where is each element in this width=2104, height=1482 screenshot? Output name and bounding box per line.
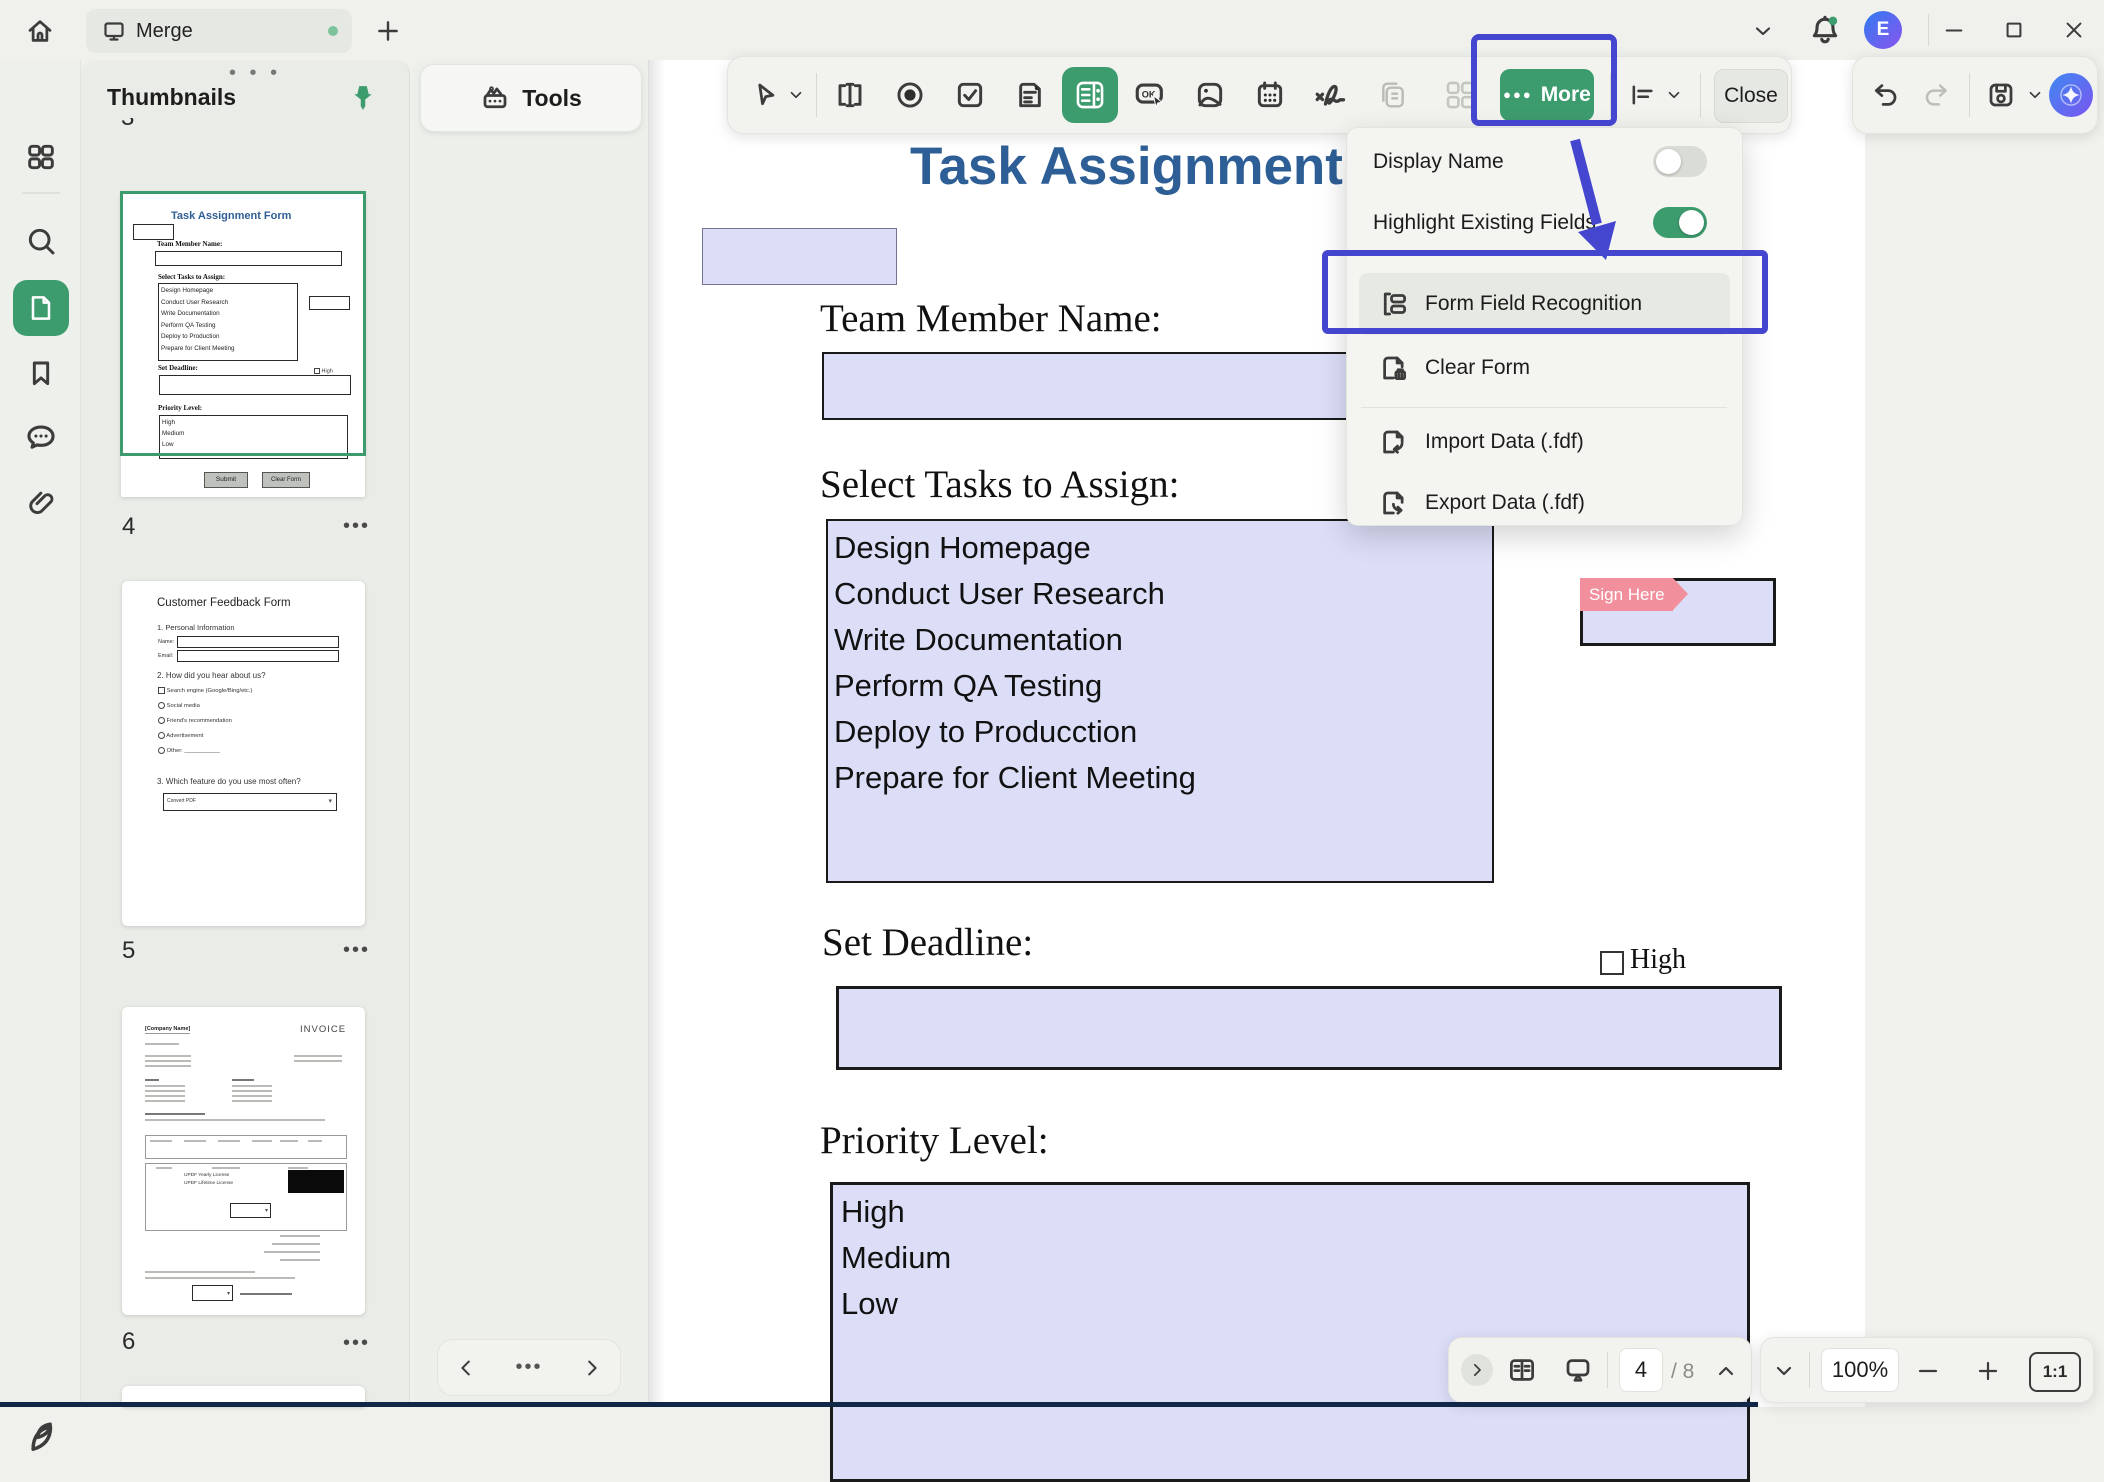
push-button-tool-icon[interactable]: OK (1128, 73, 1172, 117)
select-tool-icon[interactable] (746, 73, 786, 117)
task-option[interactable]: Deploy to Producction (834, 709, 1492, 755)
export-data-icon (1379, 488, 1409, 518)
toolbar-divider (1700, 73, 1701, 117)
menu-divider (1361, 407, 1727, 408)
task-option[interactable]: Perform QA Testing (834, 663, 1492, 709)
page-total-label: / 8 (1671, 1360, 1694, 1384)
deadline-label: Set Deadline: (822, 920, 1033, 965)
page-layout-icon[interactable] (1503, 1352, 1541, 1388)
signature-field[interactable]: Sign Here (1580, 578, 1776, 646)
undo-icon[interactable] (1865, 75, 1905, 115)
sign-here-tag: Sign Here (1580, 578, 1673, 611)
priority-label: Priority Level: (820, 1118, 1049, 1163)
task-option[interactable]: Design Homepage (834, 525, 1492, 571)
import-data-icon (1379, 427, 1409, 457)
clear-form-label: Clear Form (1425, 356, 1530, 380)
image-field-tool-icon[interactable] (1188, 73, 1232, 117)
clear-form-icon (1379, 353, 1409, 383)
tasks-listbox-field[interactable]: Design Homepage Conduct User Research Wr… (826, 519, 1494, 883)
select-tool-chevron-icon[interactable] (784, 83, 808, 107)
task-option[interactable]: Write Documentation (834, 617, 1492, 663)
menu-item-export-data[interactable]: Export Data (.fdf) (1359, 475, 1730, 531)
previous-page-icon[interactable] (1711, 1356, 1741, 1386)
statusbar-divider (1607, 1352, 1608, 1388)
document-content: Task Assignment Form Team Member Name: S… (0, 0, 2104, 1407)
text-field-tool-icon[interactable] (828, 73, 872, 117)
task-option[interactable]: Prepare for Client Meeting (834, 755, 1492, 801)
status-bar-right: 100% 1:1 (1760, 1337, 2094, 1403)
page-number-input[interactable]: 4 (1619, 1348, 1663, 1392)
display-name-label: Display Name (1373, 150, 1504, 174)
priority-option[interactable]: Low (841, 1281, 1747, 1327)
export-data-label: Export Data (.fdf) (1425, 491, 1585, 515)
task-option[interactable]: Conduct User Research (834, 571, 1492, 617)
close-button-label: Close (1724, 84, 1778, 108)
priority-option[interactable]: High (841, 1189, 1747, 1235)
high-checkbox[interactable] (1600, 951, 1624, 975)
statusbar-divider (1809, 1352, 1810, 1388)
alignment-tool-icon[interactable] (1624, 77, 1660, 113)
ai-assistant-icon[interactable] (2049, 73, 2093, 117)
checkbox-tool-icon[interactable] (948, 73, 992, 117)
next-page-icon[interactable] (1769, 1356, 1799, 1386)
presentation-mode-icon[interactable] (1559, 1352, 1597, 1388)
zoom-out-icon[interactable] (1913, 1356, 1943, 1386)
tasks-label: Select Tasks to Assign: (820, 462, 1179, 507)
priority-option[interactable]: Medium (841, 1235, 1747, 1281)
date-field-tool-icon[interactable] (1248, 73, 1292, 117)
duplicate-field-tool-icon[interactable] (1370, 73, 1414, 117)
toolbar-divider (816, 73, 817, 117)
display-name-toggle[interactable] (1653, 146, 1707, 177)
list-box-tool-icon-active[interactable] (1062, 67, 1118, 123)
close-button[interactable]: Close (1714, 69, 1788, 123)
history-toolbar (1852, 56, 2098, 134)
window-bottom-edge (0, 1402, 1758, 1407)
menu-item-import-data[interactable]: Import Data (.fdf) (1359, 414, 1730, 470)
zoom-in-icon[interactable] (1973, 1356, 2003, 1386)
menu-item-clear-form[interactable]: Clear Form (1359, 340, 1730, 396)
import-data-label: Import Data (.fdf) (1425, 430, 1584, 454)
annotation-arrow-icon (1520, 120, 1660, 280)
expand-statusbar-icon[interactable] (1461, 1354, 1493, 1386)
zoom-level-input[interactable]: 100% (1821, 1348, 1899, 1392)
deadline-field[interactable] (836, 986, 1782, 1070)
signature-field-tool-icon[interactable] (1308, 73, 1352, 117)
unnamed-field[interactable] (702, 228, 897, 285)
alignment-chevron-icon[interactable] (1662, 83, 1686, 107)
priority-listbox-field[interactable]: High Medium Low (830, 1182, 1750, 1482)
app-logo-icon[interactable] (18, 1412, 64, 1458)
save-icon[interactable] (1981, 75, 2021, 115)
save-chevron-icon[interactable] (2023, 83, 2047, 107)
redo-icon[interactable] (1917, 75, 1957, 115)
highlight-fields-toggle[interactable] (1653, 207, 1707, 238)
status-bar-left: 4 / 8 (1448, 1337, 1752, 1403)
more-button-highlight (1471, 34, 1617, 126)
combo-box-tool-icon[interactable] (1008, 73, 1052, 117)
high-checkbox-label: High (1630, 944, 1686, 976)
toolbar-divider (1969, 73, 1970, 117)
radio-button-tool-icon[interactable] (888, 73, 932, 117)
actual-size-icon[interactable]: 1:1 (2029, 1352, 2081, 1392)
team-member-label: Team Member Name: (820, 296, 1162, 341)
